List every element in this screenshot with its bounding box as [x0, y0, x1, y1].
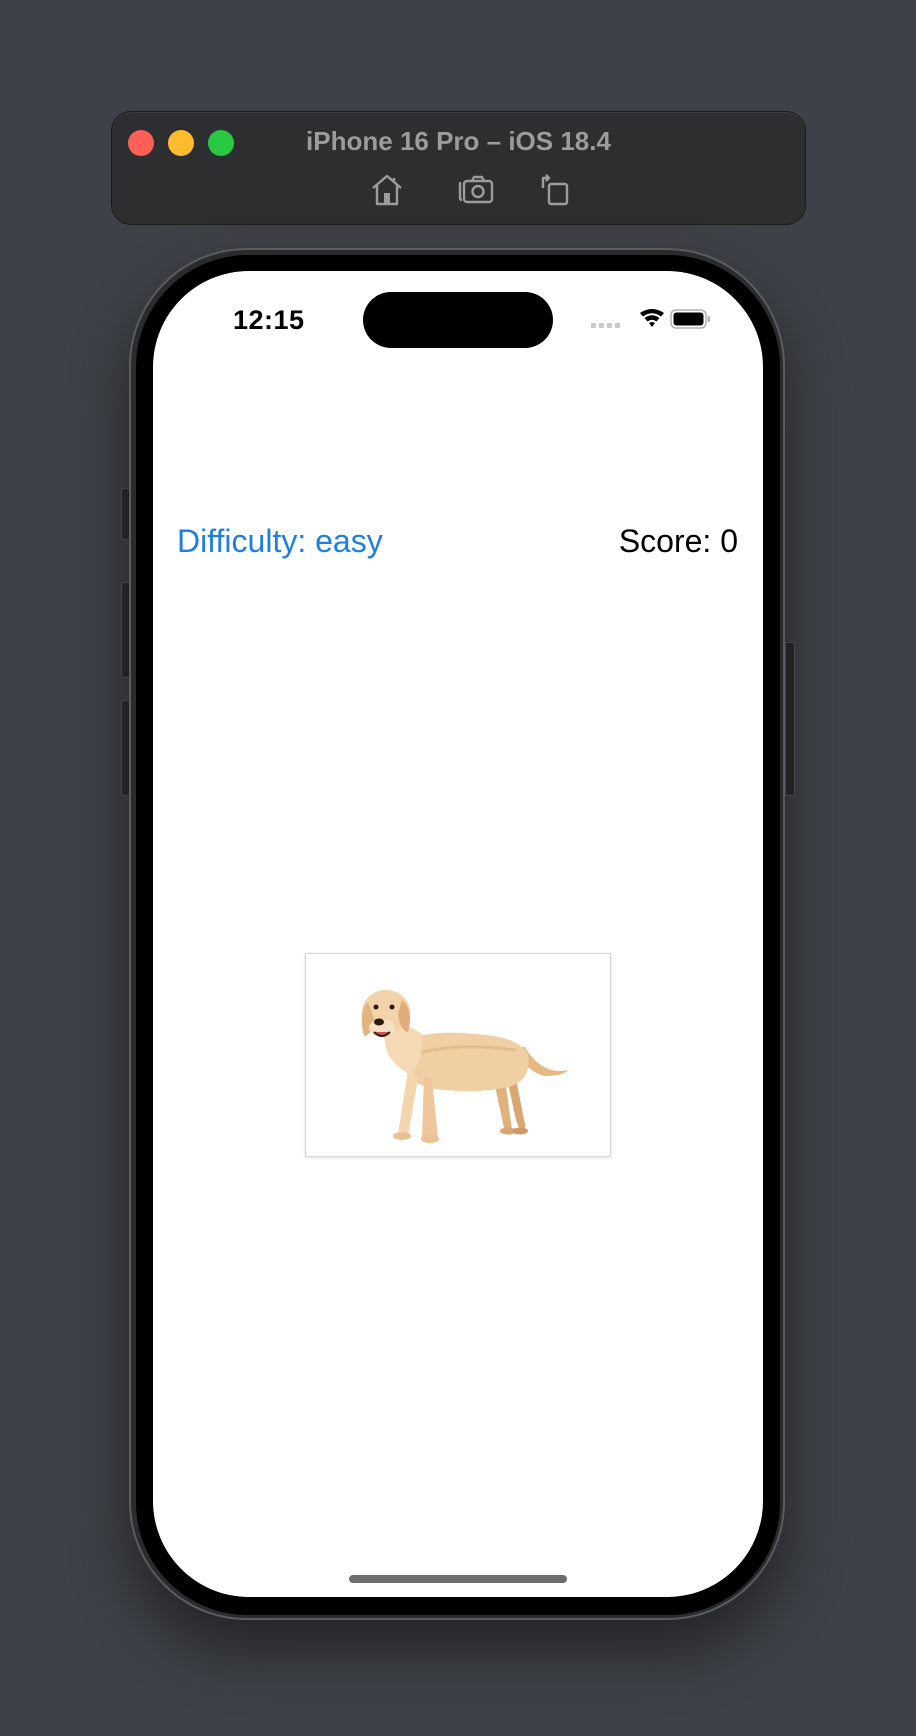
status-time: 12:15 [233, 305, 305, 335]
battery-icon [670, 309, 710, 329]
home-icon[interactable] [367, 172, 407, 208]
status-icons [585, 307, 715, 333]
animal-image-card[interactable] [305, 953, 611, 1157]
side-power-button [785, 642, 795, 796]
dog-image [361, 990, 568, 1143]
dynamic-island [363, 292, 553, 348]
simulator-toolbar: iPhone 16 Pro – iOS 18.4 [111, 111, 806, 225]
rotate-icon[interactable] [535, 172, 575, 208]
score-label: Score: 0 [618, 523, 738, 559]
wifi-icon [640, 309, 664, 327]
home-indicator[interactable] [349, 1575, 567, 1583]
screenshot-icon[interactable] [456, 172, 496, 208]
phone-screen: 12:15 Difficulty: easy Score: 0 [153, 271, 763, 1597]
difficulty-button[interactable]: Difficulty: easy [177, 523, 383, 560]
cellular-signal-icon [591, 323, 620, 328]
simulator-title: iPhone 16 Pro – iOS 18.4 [306, 126, 611, 156]
